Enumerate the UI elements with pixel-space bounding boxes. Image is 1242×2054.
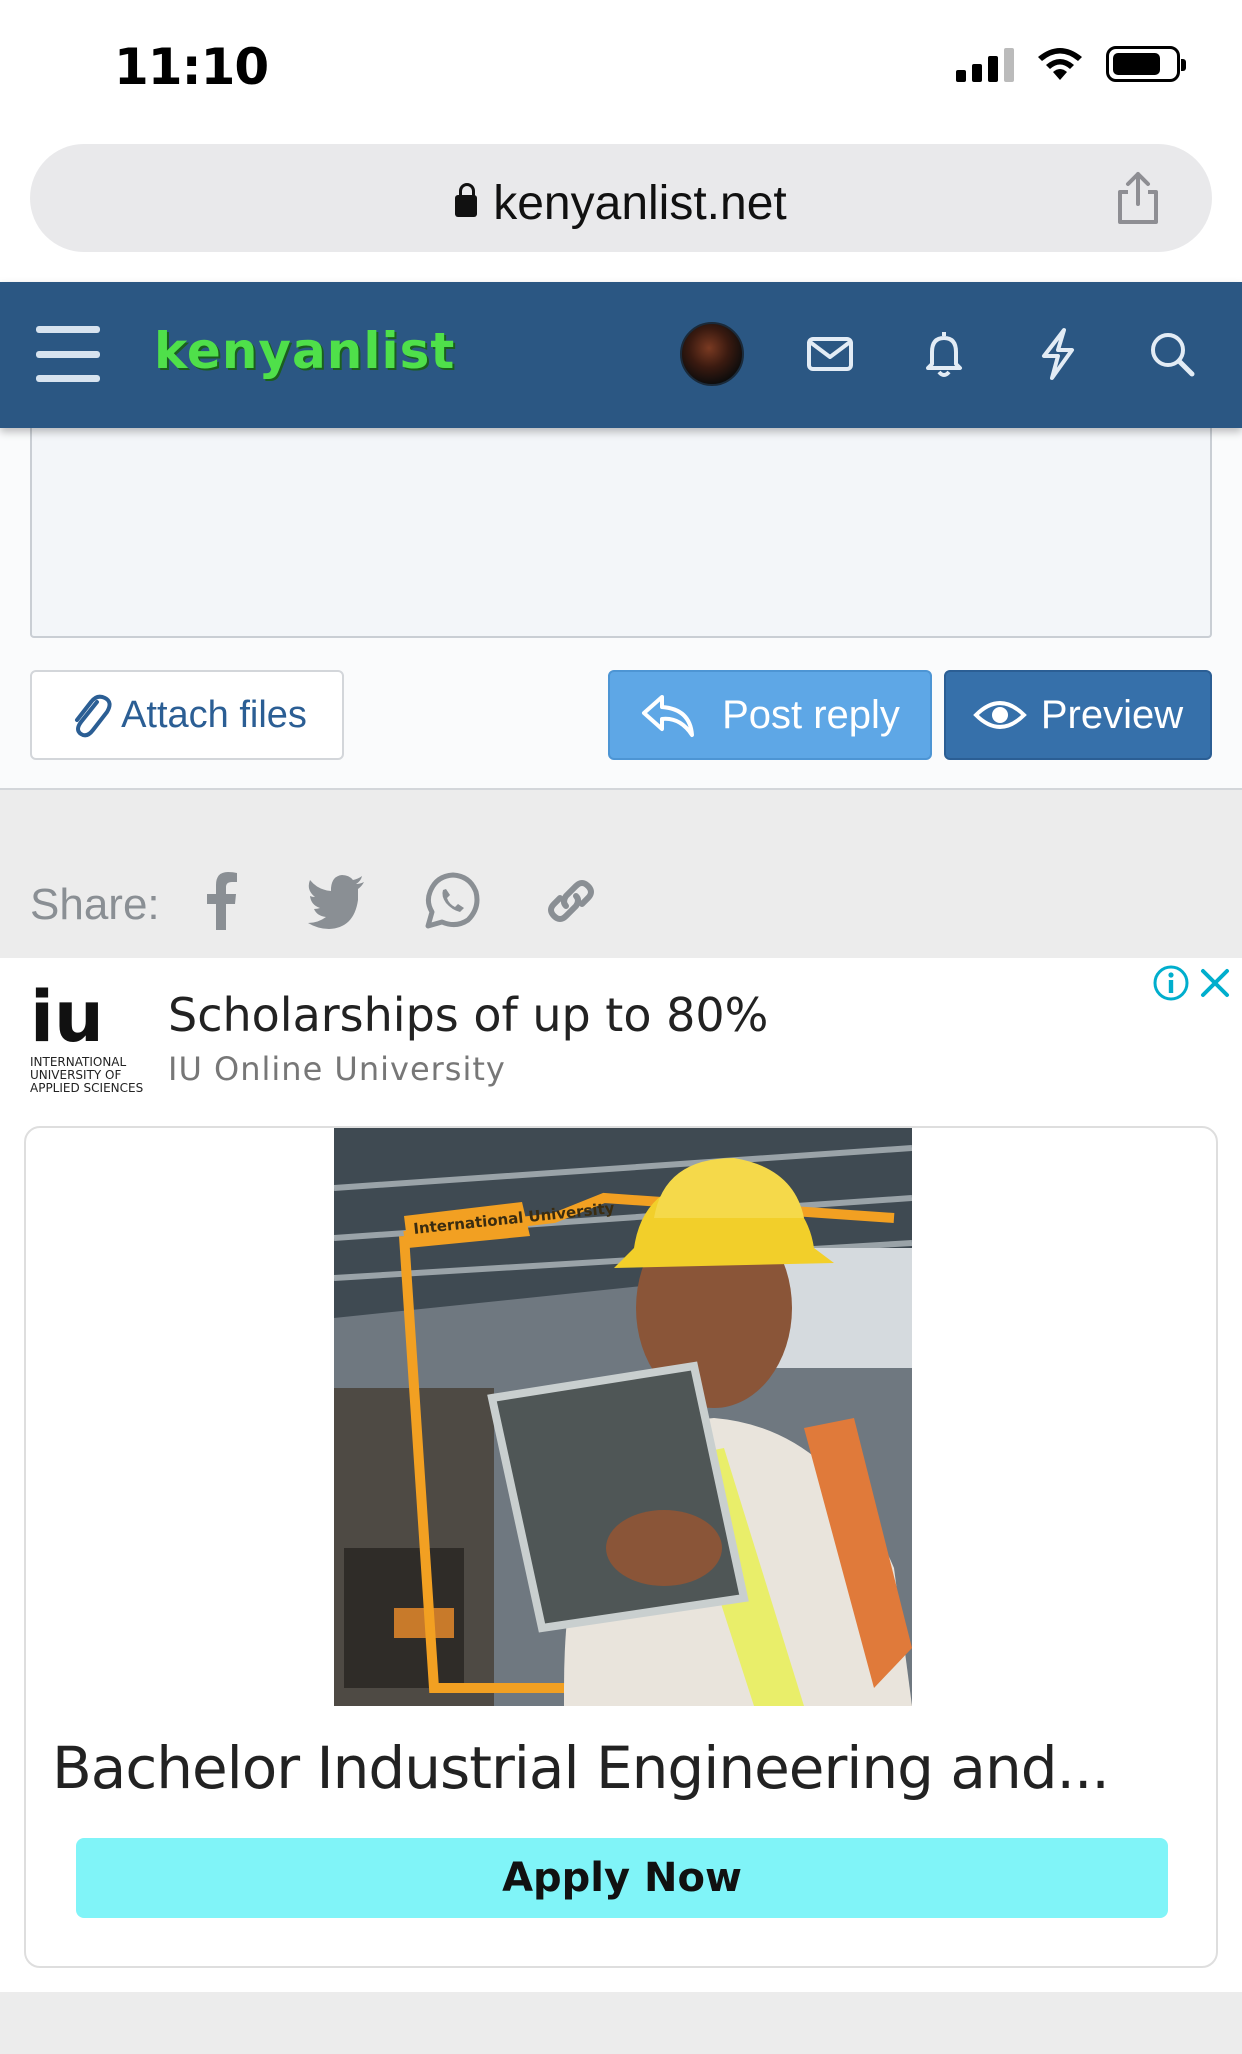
site-logo[interactable]: kenyanlist: [154, 322, 455, 380]
status-icons: [956, 46, 1186, 82]
ad-card-title[interactable]: Bachelor Industrial Engineering and...: [52, 1734, 1110, 1802]
apply-now-button[interactable]: Apply Now: [76, 1838, 1168, 1918]
share-label: Share:: [30, 880, 160, 929]
ad-photo: International University: [334, 1128, 912, 1706]
post-reply-label: Post reply: [722, 692, 900, 737]
apply-now-label: Apply Now: [502, 1855, 742, 1901]
avatar[interactable]: [680, 322, 744, 386]
ad-card[interactable]: International University Bachelor Indust…: [24, 1126, 1218, 1968]
preview-button[interactable]: Preview: [944, 670, 1212, 760]
lock-icon: [455, 183, 478, 217]
cellular-signal-icon: [956, 46, 1014, 82]
advertiser-logo[interactable]: iu INTERNATIONAL UNIVERSITY OF APPLIED S…: [30, 976, 150, 1095]
paperclip-icon: [75, 694, 112, 738]
whatsapp-icon[interactable]: [418, 866, 488, 936]
menu-icon[interactable]: [36, 326, 100, 382]
eye-icon: [973, 701, 1027, 729]
advertiser-logo-text: INTERNATIONAL UNIVERSITY OF APPLIED SCIE…: [30, 1055, 144, 1095]
ad-info-icon[interactable]: [1152, 964, 1190, 1002]
status-time: 11:10: [114, 38, 269, 96]
url-text: kenyanlist.net: [493, 177, 787, 230]
page-background: [0, 1992, 1242, 2054]
browser-toolbar: kenyanlist.net: [0, 132, 1242, 282]
preview-label: Preview: [1040, 692, 1184, 737]
reply-editor[interactable]: [30, 418, 1212, 638]
ad-image[interactable]: International University: [334, 1128, 912, 1706]
address-text-wrap: kenyanlist.net: [30, 176, 1212, 231]
twitter-icon[interactable]: [302, 866, 372, 936]
search-icon[interactable]: [1142, 324, 1202, 384]
facebook-icon[interactable]: [186, 866, 256, 936]
bolt-icon[interactable]: [1028, 324, 1088, 384]
attach-files-label: Attach files: [121, 693, 307, 736]
reply-editor-section: Attach files Post reply Preview: [0, 418, 1242, 790]
bell-icon[interactable]: [914, 324, 974, 384]
close-icon[interactable]: [1198, 966, 1232, 1000]
share-row: Share:: [0, 792, 1242, 958]
site-header: kenyanlist: [0, 282, 1242, 428]
post-reply-button[interactable]: Post reply: [608, 670, 932, 760]
envelope-icon[interactable]: [800, 324, 860, 384]
status-bar: 11:10: [0, 0, 1242, 132]
wifi-icon: [1038, 48, 1082, 80]
link-icon[interactable]: [536, 866, 606, 936]
battery-icon: [1106, 46, 1186, 82]
reply-icon: [642, 695, 695, 737]
ad-advertiser[interactable]: IU Online University: [168, 1050, 506, 1088]
share-icon[interactable]: [1108, 168, 1168, 228]
advertiser-logo-mark: iu: [30, 976, 104, 1058]
attach-files-button[interactable]: Attach files: [30, 670, 344, 760]
ad-headline[interactable]: Scholarships of up to 80%: [168, 988, 768, 1042]
advertisement[interactable]: iu INTERNATIONAL UNIVERSITY OF APPLIED S…: [0, 958, 1242, 1992]
address-bar[interactable]: kenyanlist.net: [30, 144, 1212, 252]
